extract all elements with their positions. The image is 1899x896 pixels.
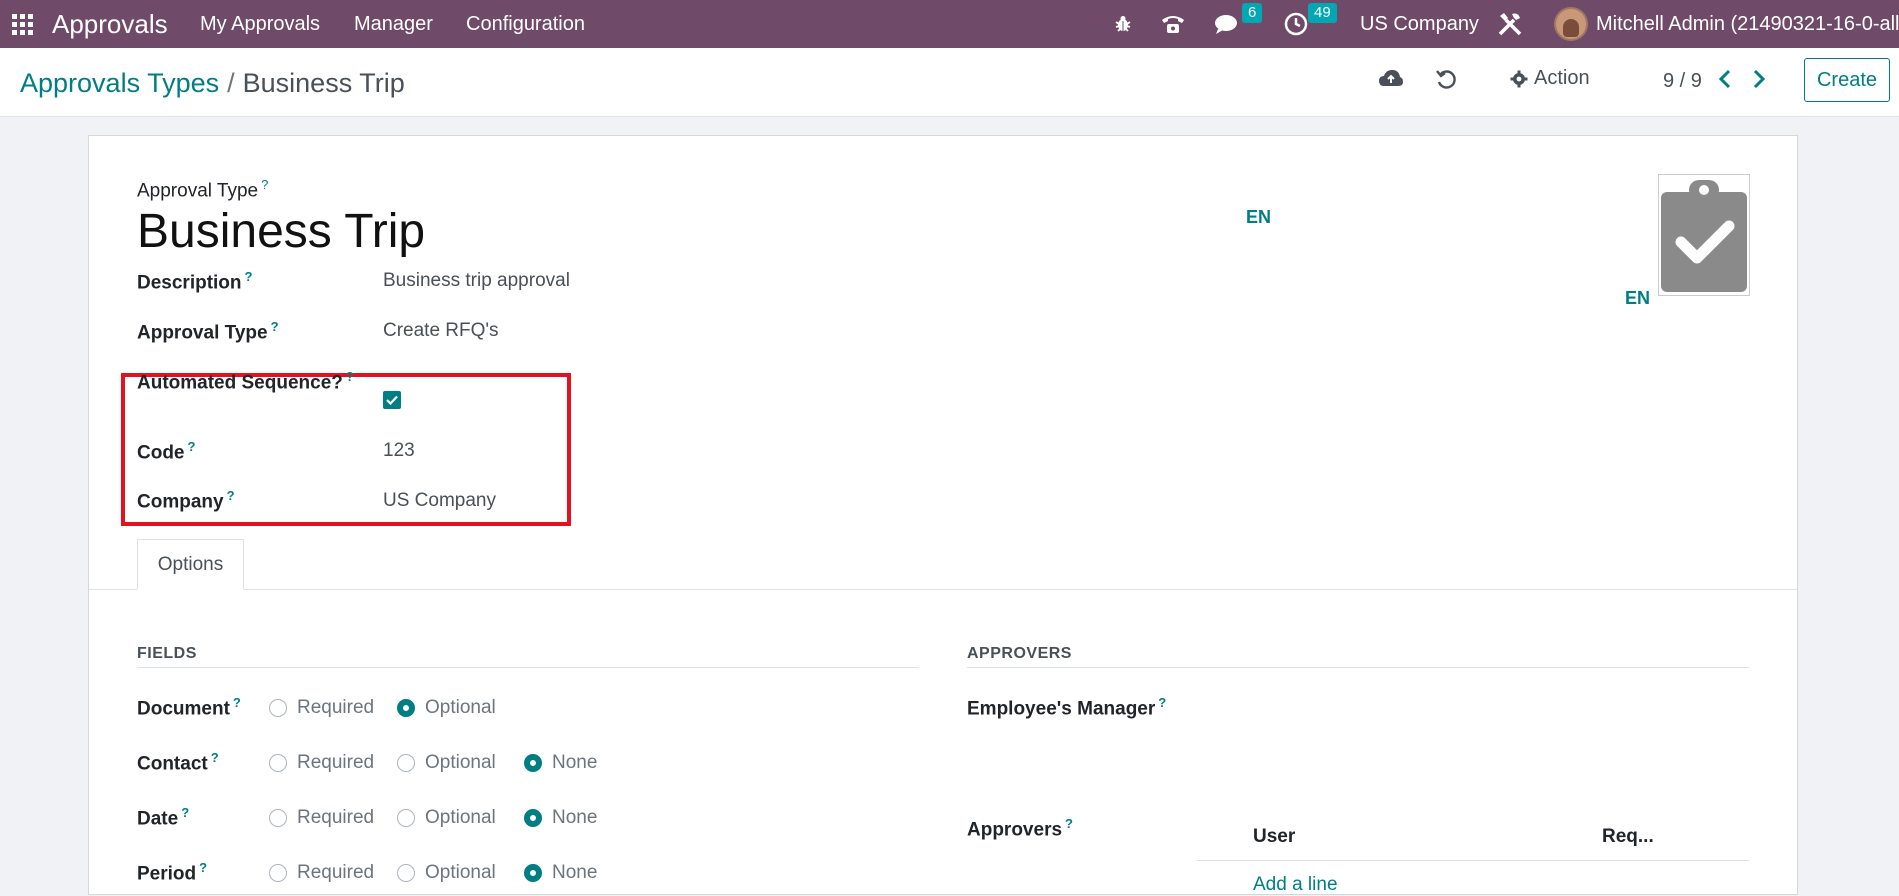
user-menu[interactable]: Mitchell Admin (21490321-16-0-all) (1554, 0, 1899, 48)
contact-none-option[interactable]: None (524, 752, 597, 774)
radio-button-selected[interactable] (524, 809, 542, 827)
menu-manager[interactable]: Manager (354, 0, 433, 48)
breadcrumb-separator: / (227, 68, 235, 98)
app-name[interactable]: Approvals (52, 0, 168, 48)
create-button[interactable]: Create (1804, 58, 1890, 102)
help-tooltip-icon[interactable]: ? (1158, 695, 1166, 710)
breadcrumb-current: Business Trip (242, 68, 405, 98)
help-tooltip-icon[interactable]: ? (346, 369, 354, 384)
menu-configuration[interactable]: Configuration (466, 0, 585, 48)
date-optional-option[interactable]: Optional (397, 807, 496, 829)
help-tooltip-icon[interactable]: ? (181, 805, 189, 820)
debug-bug-icon[interactable] (1113, 0, 1133, 48)
help-tooltip-icon[interactable]: ? (1065, 816, 1073, 831)
radio-button[interactable] (397, 809, 415, 827)
action-menu-button[interactable]: Action (1510, 67, 1590, 90)
period-required-option[interactable]: Required (269, 862, 374, 884)
user-avatar (1554, 7, 1588, 41)
code-field[interactable]: 123 (383, 440, 415, 462)
document-required-option[interactable]: Required (269, 697, 374, 719)
document-optional-option[interactable]: Optional (397, 697, 496, 719)
phone-icon[interactable] (1160, 0, 1186, 48)
title-language-button[interactable]: EN (1246, 207, 1271, 228)
help-tooltip-icon[interactable]: ? (227, 488, 235, 503)
add-line-link[interactable]: Add a line (1253, 874, 1338, 896)
check-icon (386, 395, 398, 405)
automated-sequence-checkbox[interactable] (383, 391, 401, 409)
radio-button[interactable] (269, 864, 287, 882)
save-cloud-icon[interactable] (1378, 68, 1404, 90)
radio-button[interactable] (397, 864, 415, 882)
period-none-option[interactable]: None (524, 862, 597, 884)
description-language-button[interactable]: EN (1625, 288, 1650, 309)
activities-count-badge: 49 (1308, 3, 1337, 23)
approvers-section-title: APPROVERS (967, 645, 1072, 662)
apps-menu-icon[interactable] (12, 0, 36, 48)
period-optional-option[interactable]: Optional (397, 862, 496, 884)
automated-sequence-label: Automated Sequence?? (137, 369, 354, 394)
contact-optional-option[interactable]: Optional (397, 752, 496, 774)
pager-previous-icon[interactable] (1718, 68, 1732, 90)
record-image[interactable] (1658, 174, 1750, 296)
help-tooltip-icon[interactable]: ? (245, 269, 253, 284)
help-tooltip-icon[interactable]: ? (271, 319, 279, 334)
company-switcher[interactable]: US Company (1360, 0, 1479, 48)
name-field-label: Approval Type? (137, 177, 269, 202)
action-label: Action (1534, 67, 1590, 89)
help-tooltip-icon[interactable]: ? (233, 695, 241, 710)
form-sheet: Approval Type? Business Trip EN Descript… (88, 135, 1798, 895)
pager-value[interactable]: 9 / 9 (1663, 70, 1702, 93)
radio-button[interactable] (397, 754, 415, 772)
breadcrumb-parent[interactable]: Approvals Types (20, 68, 219, 98)
date-label: Date? (137, 805, 190, 830)
breadcrumb: Approvals Types / Business Trip (20, 68, 405, 99)
date-none-option[interactable]: None (524, 807, 597, 829)
help-tooltip-icon[interactable]: ? (188, 439, 196, 454)
company-label: Company? (137, 488, 235, 513)
contact-label: Contact? (137, 750, 219, 775)
tab-options[interactable]: Options (137, 539, 244, 590)
approvers-section-divider (967, 667, 1749, 668)
radio-button-selected[interactable] (524, 864, 542, 882)
radio-button-selected[interactable] (397, 699, 415, 717)
date-required-option[interactable]: Required (269, 807, 374, 829)
user-name: Mitchell Admin (21490321-16-0-all) (1596, 12, 1899, 35)
record-title[interactable]: Business Trip (137, 204, 425, 259)
menu-my-approvals[interactable]: My Approvals (200, 0, 320, 48)
top-navbar: Approvals My Approvals Manager Configura… (0, 0, 1899, 48)
help-tooltip-icon[interactable]: ? (261, 177, 268, 192)
tab-bar-line (89, 589, 1797, 590)
approval-type-label: Approval Type? (137, 319, 279, 344)
period-label: Period? (137, 860, 208, 885)
fields-section-title: FIELDS (137, 645, 197, 662)
gear-icon (1510, 70, 1528, 87)
tools-icon[interactable] (1496, 0, 1524, 48)
column-header-required[interactable]: Req... (1602, 826, 1654, 848)
help-tooltip-icon[interactable]: ? (199, 860, 207, 875)
radio-button[interactable] (269, 809, 287, 827)
approvers-label: Approvers? (967, 816, 1073, 841)
radio-button[interactable] (269, 754, 287, 772)
radio-button[interactable] (269, 699, 287, 717)
messages-icon[interactable]: 6 (1214, 0, 1263, 48)
description-label: Description? (137, 269, 253, 294)
approval-type-field[interactable]: Create RFQ's (383, 320, 499, 342)
control-panel: Approvals Types / Business Trip Action 9 /… (0, 48, 1899, 117)
employee-manager-label: Employee's Manager? (967, 695, 1167, 720)
messages-count-badge: 6 (1242, 3, 1263, 23)
description-field[interactable]: Business trip approval (383, 270, 570, 292)
document-label: Document? (137, 695, 241, 720)
column-header-user[interactable]: User (1253, 826, 1295, 848)
company-field[interactable]: US Company (383, 490, 496, 512)
fields-section-divider (137, 667, 919, 668)
approvers-table-header-divider (1197, 860, 1749, 861)
code-label: Code? (137, 439, 196, 464)
activity-clock-icon[interactable]: 49 (1284, 0, 1337, 48)
clipboard-check-icon (1661, 180, 1747, 292)
contact-required-option[interactable]: Required (269, 752, 374, 774)
help-tooltip-icon[interactable]: ? (211, 750, 219, 765)
discard-undo-icon[interactable] (1435, 68, 1457, 90)
radio-button-selected[interactable] (524, 754, 542, 772)
pager-next-icon[interactable] (1752, 68, 1766, 90)
